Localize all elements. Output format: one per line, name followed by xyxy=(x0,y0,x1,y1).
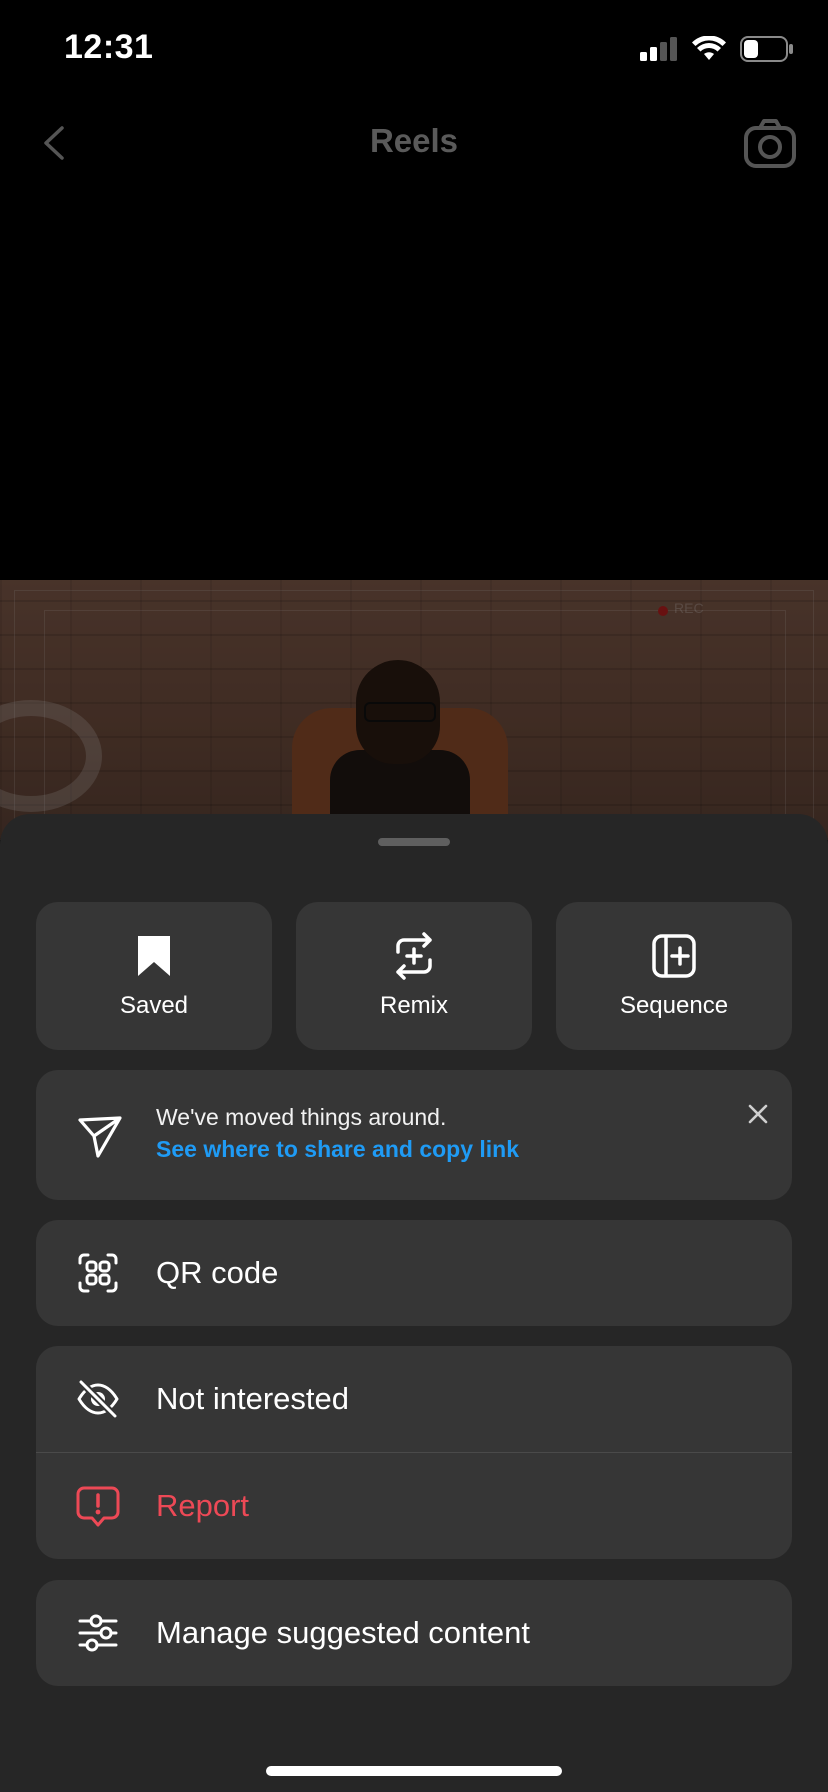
wifi-icon xyxy=(692,36,726,60)
sheet-handle[interactable] xyxy=(378,838,450,846)
nav-bar: Reels xyxy=(0,96,828,196)
not-interested-label: Not interested xyxy=(156,1381,349,1416)
report-row[interactable]: Report xyxy=(36,1453,792,1559)
remix-label: Remix xyxy=(379,992,448,1019)
report-label: Report xyxy=(156,1488,250,1523)
sequence-icon xyxy=(652,934,696,978)
notice-text: We've moved things around. xyxy=(156,1104,447,1130)
reel-video: REC xyxy=(0,580,828,840)
sequence-label: Sequence xyxy=(619,992,729,1019)
signal-icon xyxy=(640,37,677,61)
paper-plane-icon xyxy=(78,1116,122,1158)
qr-code-label: QR code xyxy=(156,1255,279,1290)
sliders-icon xyxy=(78,1614,118,1652)
status-icons xyxy=(640,36,794,62)
home-indicator[interactable] xyxy=(266,1766,562,1776)
qr-code-icon xyxy=(78,1253,118,1293)
page-title: Reels xyxy=(369,122,459,159)
manage-suggested-row[interactable]: Manage suggested content xyxy=(36,1580,792,1686)
options-sheet: Saved Remix Sequence We've moved things … xyxy=(0,814,828,1792)
feedback-group: Not interested Report xyxy=(36,1346,792,1559)
report-icon xyxy=(76,1486,120,1527)
bookmark-icon xyxy=(138,936,170,976)
status-bar: 12:31 xyxy=(0,0,828,96)
saved-label: Saved xyxy=(119,992,189,1019)
eye-off-icon xyxy=(77,1378,119,1420)
saved-button[interactable]: Saved xyxy=(36,902,272,1050)
status-time: 12:31 xyxy=(64,28,154,66)
battery-icon xyxy=(740,36,793,62)
qr-code-row[interactable]: QR code xyxy=(36,1220,792,1326)
action-tiles: Saved Remix Sequence xyxy=(36,902,792,1050)
manage-suggested-label: Manage suggested content xyxy=(156,1615,530,1650)
remix-icon xyxy=(396,932,432,980)
not-interested-row[interactable]: Not interested xyxy=(36,1346,792,1452)
sequence-button[interactable]: Sequence xyxy=(556,902,792,1050)
share-notice: We've moved things around. See where to … xyxy=(36,1070,792,1200)
camera-icon[interactable] xyxy=(742,116,798,172)
close-icon xyxy=(748,1104,768,1124)
share-link[interactable]: See where to share and copy link xyxy=(156,1136,519,1163)
notice-close-button[interactable] xyxy=(740,1096,776,1132)
remix-button[interactable]: Remix xyxy=(296,902,532,1050)
